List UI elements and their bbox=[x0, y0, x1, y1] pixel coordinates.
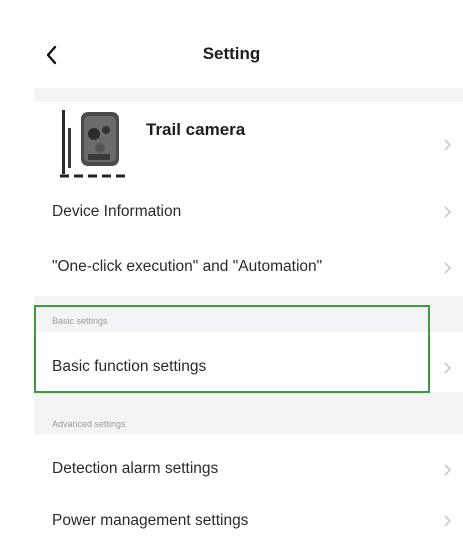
status-bar-area bbox=[0, 0, 463, 22]
power-management-settings-label: Power management settings bbox=[52, 512, 249, 529]
device-information-label: Device Information bbox=[52, 203, 182, 220]
nav-bar: Setting bbox=[0, 22, 463, 88]
basic-settings-section bbox=[34, 296, 463, 332]
section-header-basic: Basic settings bbox=[52, 316, 108, 326]
detection-alarm-settings-row[interactable]: Detection alarm settings bbox=[34, 434, 463, 488]
section-header-advanced: Advanced settings bbox=[52, 419, 126, 429]
section-gap bbox=[34, 88, 463, 102]
device-name: Trail camera bbox=[146, 120, 246, 139]
chevron-right-icon bbox=[443, 463, 453, 477]
chevron-right-icon bbox=[443, 361, 453, 375]
detection-alarm-settings-label: Detection alarm settings bbox=[52, 460, 219, 477]
trail-camera-image bbox=[60, 110, 128, 178]
basic-function-settings-label: Basic function settings bbox=[52, 358, 207, 375]
device-card[interactable] bbox=[34, 102, 463, 186]
chevron-right-icon bbox=[443, 514, 453, 528]
device-information-row[interactable]: Device Information bbox=[34, 186, 463, 238]
chevron-right-icon bbox=[443, 205, 453, 219]
page-title: Setting bbox=[202, 44, 261, 63]
basic-function-settings-row[interactable]: Basic function settings bbox=[34, 332, 463, 392]
one-click-automation-label: "One-click execution" and "Automation" bbox=[52, 258, 323, 275]
power-management-settings-row[interactable]: Power management settings bbox=[34, 488, 463, 538]
chevron-right-icon bbox=[443, 138, 453, 152]
chevron-right-icon bbox=[443, 261, 453, 275]
one-click-automation-row[interactable]: "One-click execution" and "Automation" bbox=[34, 238, 463, 296]
